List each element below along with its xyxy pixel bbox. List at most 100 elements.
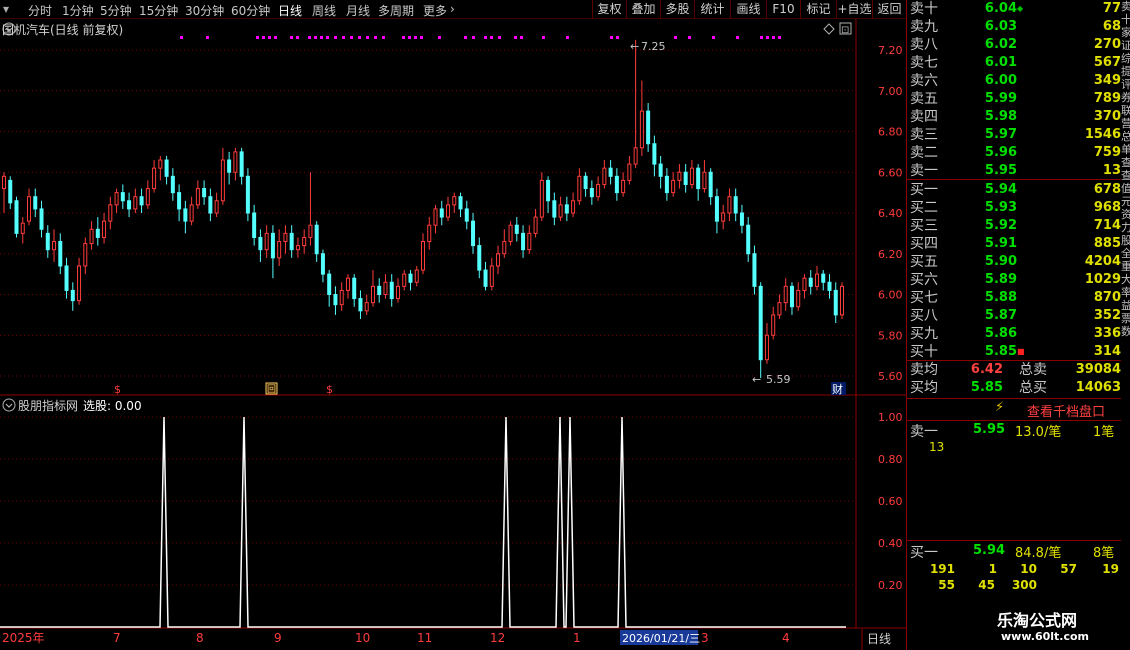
- ask-level-row[interactable]: 卖十 6.04 ◆ 77: [907, 0, 1121, 18]
- level-volume: 270: [1093, 37, 1121, 52]
- ask-level-row[interactable]: 卖六 6.00 349: [907, 72, 1121, 90]
- buy1-detail-item: 191: [929, 562, 955, 576]
- buy1-detail-item: 55: [938, 578, 955, 592]
- restore-rights-button[interactable]: 复权: [592, 0, 626, 19]
- period-30min[interactable]: 30分钟: [185, 2, 224, 19]
- level-volume: 349: [1093, 73, 1121, 88]
- kline-chart[interactable]: 国机汽车(日线 前复权) 7.20 7.00 6.80 6.60 6.40 6.…: [0, 19, 906, 650]
- chart-background: [0, 19, 906, 650]
- period-5min[interactable]: 5分钟: [100, 2, 132, 19]
- candle-body: [571, 200, 576, 214]
- menu-dropdown-icon[interactable]: ▾: [3, 2, 9, 16]
- ask-level-row[interactable]: 卖一 5.95 13: [907, 162, 1121, 180]
- expand-glyph: ⊡: [841, 25, 849, 36]
- signal-dot: [712, 36, 715, 39]
- candle-body: [752, 253, 757, 287]
- ask-level-row[interactable]: 卖八 6.02 270: [907, 36, 1121, 54]
- period-fenshi[interactable]: 分时: [28, 2, 52, 19]
- period-multi[interactable]: 多周期: [378, 2, 414, 19]
- buy1-count: 8笔: [1093, 546, 1115, 561]
- signal-dot: [688, 36, 691, 39]
- ask-average-price: 6.42: [970, 362, 1003, 377]
- bid-level-row[interactable]: 买七 5.88 870: [907, 289, 1121, 307]
- mark-button[interactable]: 标记: [800, 0, 836, 19]
- signal-dot: [268, 36, 271, 39]
- period-monthly[interactable]: 月线: [346, 2, 370, 19]
- level-volume: 968: [1093, 200, 1121, 215]
- level-volume: 870: [1093, 290, 1121, 305]
- period-more[interactable]: 更多: [423, 2, 447, 19]
- ask-level-row[interactable]: 卖七 6.01 567: [907, 54, 1121, 72]
- candle-body: [220, 159, 225, 202]
- bid-level-row[interactable]: 买一 5.94 678: [907, 181, 1121, 199]
- candle-body: [39, 208, 44, 230]
- level-label: 买二: [910, 200, 938, 216]
- candle-body: [208, 196, 213, 214]
- depth-link-row[interactable]: ⚡ 查看千档盘口: [907, 399, 1121, 420]
- ask-level-row[interactable]: 卖二 5.96 759: [907, 144, 1121, 162]
- period-daily[interactable]: 日线: [278, 2, 302, 19]
- time-label: 7: [113, 631, 121, 645]
- candle-body: [596, 183, 601, 198]
- bid-level-row[interactable]: 买六 5.89 1029: [907, 271, 1121, 289]
- buy1-detail-item: 10: [1020, 562, 1037, 576]
- bid-level-row[interactable]: 买四 5.91 885: [907, 235, 1121, 253]
- bid-level-row[interactable]: 买九 5.86 336: [907, 325, 1121, 343]
- candle-body: [77, 265, 82, 302]
- candle-body: [302, 236, 307, 247]
- price-label: 6.00: [878, 289, 903, 302]
- draw-line-button[interactable]: 画线: [730, 0, 766, 19]
- period-weekly[interactable]: 周线: [312, 2, 336, 19]
- candle-body: [270, 232, 275, 259]
- f10-button[interactable]: F10: [766, 0, 800, 19]
- bid-level-row[interactable]: 买二 5.93 968: [907, 199, 1121, 217]
- signal-dot: [334, 36, 337, 39]
- candle-body: [152, 167, 157, 190]
- overlay-button[interactable]: 叠加: [626, 0, 660, 19]
- statistics-button[interactable]: 统计: [694, 0, 730, 19]
- add-watchlist-button[interactable]: +自选: [836, 0, 872, 19]
- dividend-marker[interactable]: $: [326, 383, 333, 396]
- side-char: 评: [1121, 78, 1130, 91]
- level-volume: 567: [1093, 55, 1121, 70]
- candle-body: [502, 241, 507, 255]
- period-60min[interactable]: 60分钟: [231, 2, 270, 19]
- candle-body: [289, 232, 294, 251]
- level-label: 卖三: [910, 127, 938, 143]
- time-label: 12: [490, 631, 505, 645]
- bid-level-row[interactable]: 买八 5.87 352: [907, 307, 1121, 325]
- bid-level-row[interactable]: 买三 5.92 714: [907, 217, 1121, 235]
- candle-body: [489, 265, 494, 287]
- high-price-label: 7.25: [641, 40, 666, 53]
- candle-body: [408, 273, 413, 283]
- side-char: 综: [1121, 52, 1130, 65]
- signal-dot: [610, 36, 613, 39]
- period-15min[interactable]: 15分钟: [139, 2, 178, 19]
- multi-stock-button[interactable]: 多股: [660, 0, 694, 19]
- level-label: 买六: [910, 272, 938, 288]
- ask-level-row[interactable]: 卖九 6.03 68: [907, 18, 1121, 36]
- bid-level-row[interactable]: 买十 5.85 ■ 314: [907, 343, 1121, 361]
- chevron-right-icon[interactable]: ›: [450, 2, 455, 16]
- ask-level-row[interactable]: 卖四 5.98 370: [907, 108, 1121, 126]
- candle-body: [314, 224, 319, 255]
- bid-level-row[interactable]: 买五 5.90 4204: [907, 253, 1121, 271]
- side-char: 家: [1121, 26, 1130, 39]
- period-indicator: 日线: [867, 632, 891, 646]
- level-price: 5.94: [984, 182, 1017, 197]
- ask-bid-divider: [907, 179, 1121, 180]
- candle-body: [583, 175, 588, 190]
- candle-body: [733, 196, 738, 214]
- depth-link[interactable]: 查看千档盘口: [1027, 401, 1105, 420]
- candle-body: [227, 159, 232, 173]
- candle-body: [589, 188, 594, 198]
- level-label: 卖十: [910, 1, 938, 17]
- sell1-queue-row: 卖一 5.95 13.0/笔 1笔: [907, 421, 1121, 440]
- period-1min[interactable]: 1分钟: [62, 2, 94, 19]
- ask-level-row[interactable]: 卖五 5.99 789: [907, 90, 1121, 108]
- dividend-marker[interactable]: $: [114, 383, 121, 396]
- price-label: 7.00: [878, 85, 903, 98]
- signal-dot: [206, 36, 209, 39]
- ask-level-row[interactable]: 卖三 5.97 1546: [907, 126, 1121, 144]
- back-button[interactable]: 返回: [872, 0, 906, 19]
